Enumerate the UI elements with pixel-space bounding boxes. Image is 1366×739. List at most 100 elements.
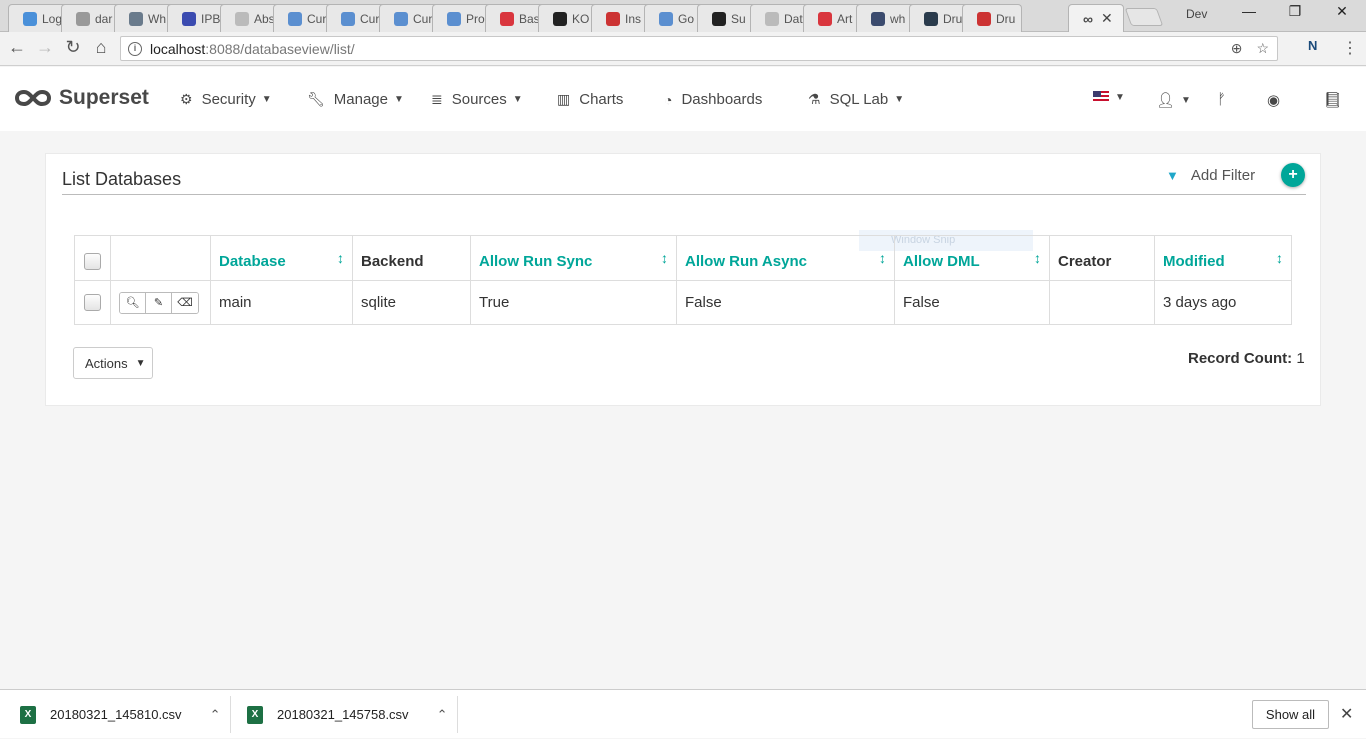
download-item[interactable]: X 20180321_145758.csv ⌃ <box>247 690 447 739</box>
show-record-search-icon[interactable]: 🔍︎ <box>120 292 146 313</box>
back-icon[interactable]: ← <box>6 37 28 58</box>
tab-superset-active[interactable]: ∞ ✕ <box>1068 4 1124 32</box>
nav-dashboards[interactable]: ◔ Dashboards <box>664 91 762 108</box>
minimize-icon[interactable]: — <box>1237 3 1261 19</box>
browser-tab[interactable]: IPB <box>167 4 227 32</box>
tab-title: Su <box>731 11 746 26</box>
tab-title: Cur <box>413 11 433 26</box>
extension-n-icon[interactable]: N <box>1308 38 1317 53</box>
restore-icon[interactable]: ❐ <box>1283 3 1307 20</box>
browser-tab[interactable]: Ins <box>591 4 651 32</box>
column-header-modified[interactable]: Modified ↕ <box>1154 235 1292 281</box>
info-icon[interactable]: i <box>128 41 142 56</box>
cell-backend: sqlite <box>352 280 471 325</box>
nav-charts[interactable]: ▥ Charts <box>557 91 623 108</box>
documentation-book-icon[interactable]: 📘︎ <box>1323 91 1342 109</box>
nav-manage[interactable]: 🔧︎ Manage ▼ <box>307 91 404 108</box>
tab-title: Art <box>837 11 853 26</box>
chevron-down-icon: ▼ <box>261 94 272 105</box>
sort-icon[interactable]: ↕ <box>1276 250 1283 266</box>
sort-icon[interactable]: ↕ <box>1034 250 1041 266</box>
browser-tab[interactable]: Log <box>8 4 68 32</box>
bookmark-star-icon[interactable]: ☆ <box>1256 40 1269 57</box>
nav-sql-lab[interactable]: ⚗ SQL Lab ▼ <box>808 91 904 108</box>
browser-tab[interactable]: wh <box>856 4 916 32</box>
browser-tab[interactable]: KO <box>538 4 598 32</box>
tab-favicon-icon <box>500 11 514 26</box>
browser-tab[interactable]: Wh <box>114 4 174 32</box>
browser-tab[interactable]: Go <box>644 4 704 32</box>
browser-tab[interactable]: Cur <box>273 4 333 32</box>
browser-tab[interactable]: Dat <box>750 4 810 32</box>
close-window-icon[interactable]: ✕ <box>1330 3 1354 20</box>
browser-tab[interactable]: Dru <box>962 4 1022 32</box>
select-all-checkbox[interactable] <box>84 253 101 270</box>
browser-menu-icon[interactable]: ⋮ <box>1342 38 1358 58</box>
tab-title: Ins <box>625 11 642 26</box>
close-downloads-icon[interactable]: ✕ <box>1340 704 1353 724</box>
add-filter-button[interactable]: ▼ Add Filter <box>1166 167 1255 184</box>
browser-tab[interactable]: Cur <box>379 4 439 32</box>
browser-tab[interactable]: Cur <box>326 4 386 32</box>
column-header-allow-run-async[interactable]: Allow Run Async ↕ <box>676 235 895 281</box>
show-all-button[interactable]: Show all <box>1252 700 1329 729</box>
browser-tab[interactable]: Pro <box>432 4 492 32</box>
github-icon[interactable]: ◉ <box>1267 91 1280 109</box>
column-header-database[interactable]: Database ↕ <box>210 235 353 281</box>
tab-title: KO <box>572 11 590 26</box>
column-header-allow-dml[interactable]: Allow DML ↕ <box>894 235 1050 281</box>
tab-title: Cur <box>360 11 380 26</box>
filter-icon: ▼ <box>1166 168 1179 183</box>
user-menu[interactable]: 👤︎ ▼ <box>1156 91 1191 109</box>
url-host: localhost <box>150 40 206 57</box>
zoom-icon[interactable]: ⊕ <box>1231 40 1243 57</box>
actions-dropdown[interactable]: Actions ▼ <box>73 347 153 379</box>
tab-favicon-icon <box>977 11 991 26</box>
new-tab-button[interactable] <box>1124 8 1164 26</box>
browser-tab[interactable]: dar <box>61 4 121 32</box>
forward-icon[interactable]: → <box>34 37 56 58</box>
home-icon[interactable]: ⌂ <box>90 37 112 58</box>
brand-link[interactable]: Superset <box>15 86 149 110</box>
tab-title: Pro <box>466 11 485 26</box>
edit-record-icon[interactable]: ✎ <box>146 292 172 313</box>
reload-icon[interactable]: ↻ <box>62 37 84 58</box>
browser-tab[interactable]: Dru <box>909 4 969 32</box>
tab-title: Log <box>42 11 63 26</box>
version-icon[interactable]: ᚠ <box>1217 91 1226 108</box>
sort-icon[interactable]: ↕ <box>879 250 886 266</box>
tab-title: Wh <box>148 11 166 26</box>
row-checkbox[interactable] <box>84 294 101 311</box>
table-row: 🔍︎ ✎ ⌫ main sqlite True False False 3 da… <box>74 280 1292 325</box>
nav-sources[interactable]: ≣ Sources ▼ <box>431 91 523 108</box>
nav-security[interactable]: ⚙ Security ▼ <box>180 91 272 108</box>
browser-tab[interactable]: Art <box>803 4 863 32</box>
add-record-button[interactable]: + <box>1281 163 1305 187</box>
profile-name[interactable]: Dev <box>1186 7 1207 21</box>
sort-icon[interactable]: ↕ <box>337 250 344 266</box>
tab-title: Dru <box>943 11 963 26</box>
tab-favicon-icon <box>235 11 249 26</box>
bar-chart-icon: ▥ <box>557 91 571 107</box>
delete-record-eraser-icon[interactable]: ⌫ <box>172 292 198 313</box>
downloads-bar: X 20180321_145810.csv ⌃ X 20180321_14575… <box>0 689 1366 738</box>
browser-tab[interactable]: Bas <box>485 4 545 32</box>
chevron-down-icon: ▼ <box>135 357 146 369</box>
column-header-allow-run-sync[interactable]: Allow Run Sync ↕ <box>470 235 677 281</box>
chevron-up-icon[interactable]: ⌃ <box>210 707 221 723</box>
tab-title: Dru <box>996 11 1016 26</box>
language-menu[interactable]: ▼ <box>1093 91 1125 103</box>
tab-favicon-icon <box>288 11 302 26</box>
browser-tab[interactable]: Su <box>697 4 757 32</box>
download-item[interactable]: X 20180321_145810.csv ⌃ <box>20 690 220 739</box>
cell-allow-run-async: False <box>676 280 895 325</box>
browser-tab[interactable]: Abs <box>220 4 280 32</box>
us-flag-icon <box>1093 91 1109 103</box>
close-tab-icon[interactable]: ✕ <box>1101 10 1113 27</box>
sort-icon[interactable]: ↕ <box>661 250 668 266</box>
address-bar[interactable]: i localhost :8088/databaseview/list/ ⊕ ☆ <box>120 36 1278 61</box>
tab-favicon-icon <box>765 11 779 26</box>
chevron-up-icon[interactable]: ⌃ <box>437 707 448 723</box>
cell-creator <box>1049 280 1155 325</box>
tab-favicon-icon <box>447 11 461 26</box>
